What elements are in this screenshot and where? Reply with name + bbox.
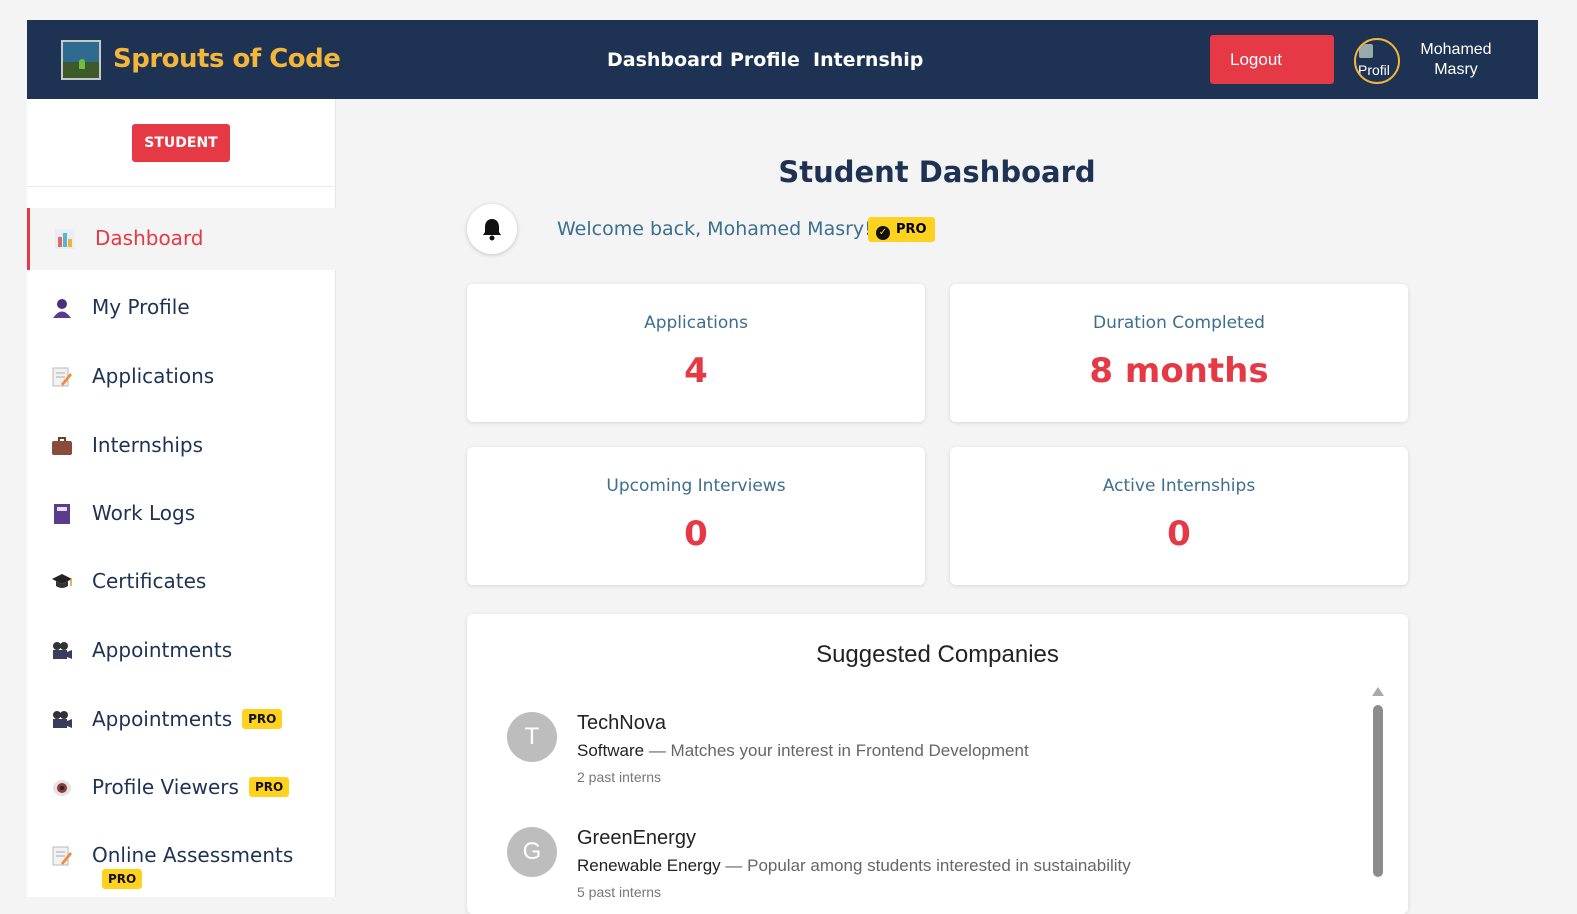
- user-name[interactable]: Mohamed Masry: [1411, 40, 1501, 80]
- eye-icon: [51, 777, 73, 799]
- sidebar-item-appointments-pro[interactable]: Appointments PRO: [27, 689, 336, 751]
- avatar[interactable]: Profil: [1354, 38, 1400, 84]
- company-description: Software — Matches your interest in Fron…: [577, 741, 1029, 761]
- sidebar-item-label: Appointments: [92, 638, 233, 662]
- company-past-interns: 5 past interns: [577, 884, 662, 900]
- video-camera-icon: [51, 640, 73, 662]
- sidebar-item-label: Work Logs: [92, 501, 196, 525]
- pro-badge: PRO: [242, 709, 283, 729]
- sidebar-item-applications[interactable]: Applications: [27, 346, 336, 408]
- pro-badge: PRO: [102, 869, 143, 889]
- stat-value: 0: [684, 514, 708, 554]
- suggested-companies-panel: Suggested Companies T TechNova Software …: [467, 614, 1408, 914]
- chart-icon: [54, 228, 76, 250]
- nav-dashboard[interactable]: Dashboard: [607, 49, 723, 71]
- sidebar-item-appointments[interactable]: Appointments: [27, 620, 336, 682]
- user-first-name: Mohamed: [1420, 41, 1492, 58]
- logout-button[interactable]: Logout: [1210, 35, 1334, 84]
- bell-icon: [483, 219, 501, 241]
- broken-image-icon: [1359, 44, 1373, 58]
- company-item[interactable]: G GreenEnergy Renewable Energy — Popular…: [507, 827, 1327, 914]
- top-navbar: Sprouts of Code Dashboard Profile Intern…: [27, 20, 1538, 99]
- pro-badge: PRO: [248, 777, 290, 797]
- notebook-icon: [51, 503, 73, 525]
- sidebar-item-label-wrap: Profile Viewers PRO: [92, 775, 290, 799]
- nav-profile[interactable]: Profile: [730, 49, 800, 71]
- scroll-up-arrow-icon[interactable]: [1372, 687, 1384, 696]
- sidebar-item-internships[interactable]: Internships: [27, 415, 336, 477]
- role-badge: STUDENT: [132, 124, 230, 162]
- stat-label: Duration Completed: [1093, 313, 1265, 333]
- company-past-interns: 2 past interns: [577, 769, 662, 785]
- sidebar-item-label-wrap: Online AssessmentsPRO: [92, 843, 336, 891]
- sidebar-item-my-profile[interactable]: My Profile: [27, 277, 336, 339]
- sidebar-item-label: Profile Viewers: [92, 775, 239, 799]
- nav-internship[interactable]: Internship: [813, 49, 923, 71]
- company-name[interactable]: TechNova: [577, 712, 666, 735]
- sidebar-item-profile-viewers[interactable]: Profile Viewers PRO: [27, 757, 336, 819]
- stat-value: 4: [684, 351, 708, 391]
- sidebar-item-dashboard[interactable]: Dashboard: [27, 208, 336, 270]
- sidebar-item-label: Applications: [92, 364, 215, 388]
- stat-value: 8 months: [1089, 351, 1269, 391]
- notifications-button[interactable]: [467, 204, 517, 254]
- sidebar-item-label-wrap: Appointments PRO: [92, 707, 283, 731]
- memo-icon: [51, 845, 73, 867]
- sidebar-item-label: Internships: [92, 433, 204, 457]
- verified-check-icon: ✓: [876, 226, 890, 240]
- page-title: Student Dashboard: [778, 155, 1096, 189]
- sidebar-item-label: Certificates: [92, 569, 207, 593]
- company-reason: — Popular among students interested in s…: [720, 856, 1131, 875]
- section-title: Suggested Companies: [816, 641, 1059, 668]
- graduation-cap-icon: [51, 571, 73, 593]
- briefcase-icon: [51, 435, 73, 457]
- scrollbar-thumb[interactable]: [1373, 705, 1383, 877]
- company-reason: — Matches your interest in Frontend Deve…: [644, 741, 1029, 760]
- pro-status-badge: ✓ PRO: [868, 217, 935, 242]
- sidebar-item-online-assessments[interactable]: Online AssessmentsPRO: [27, 825, 336, 889]
- memo-icon: [51, 366, 73, 388]
- welcome-message: Welcome back, Mohamed Masry!: [557, 218, 872, 240]
- brand-name[interactable]: Sprouts of Code: [113, 44, 341, 74]
- sidebar-item-label: My Profile: [92, 295, 190, 319]
- company-industry: Software: [577, 741, 645, 760]
- sidebar-item-work-logs[interactable]: Work Logs: [27, 483, 336, 545]
- stat-card-active-internships: Active Internships 0: [950, 447, 1408, 585]
- stat-label: Upcoming Interviews: [606, 476, 786, 496]
- stat-label: Applications: [644, 313, 748, 333]
- stat-card-upcoming-interviews: Upcoming Interviews 0: [467, 447, 925, 585]
- company-item[interactable]: T TechNova Software — Matches your inter…: [507, 712, 1327, 812]
- sidebar-item-label: Dashboard: [95, 226, 204, 250]
- logo-icon[interactable]: [61, 40, 101, 80]
- company-name[interactable]: GreenEnergy: [577, 827, 696, 850]
- sidebar-item-certificates[interactable]: Certificates: [27, 551, 336, 613]
- company-avatar: T: [507, 712, 557, 762]
- sidebar-divider: [27, 186, 336, 187]
- sidebar-item-label: Appointments: [92, 707, 233, 731]
- stat-value: 0: [1167, 514, 1191, 554]
- user-last-name: Masry: [1434, 61, 1478, 78]
- stat-card-applications: Applications 4: [467, 284, 925, 422]
- avatar-alt-text: Profil: [1358, 62, 1390, 78]
- video-camera-icon: [51, 709, 73, 731]
- sidebar: STUDENT Dashboard My Profile Application…: [27, 99, 336, 897]
- person-icon: [51, 297, 73, 319]
- pro-status-label: PRO: [896, 222, 927, 237]
- stat-label: Active Internships: [1102, 476, 1256, 496]
- company-avatar: G: [507, 827, 557, 877]
- company-industry: Renewable Energy: [577, 856, 721, 875]
- sidebar-item-label: Online Assessments: [92, 843, 294, 867]
- stat-card-duration-completed: Duration Completed 8 months: [950, 284, 1408, 422]
- company-description: Renewable Energy — Popular among student…: [577, 856, 1131, 876]
